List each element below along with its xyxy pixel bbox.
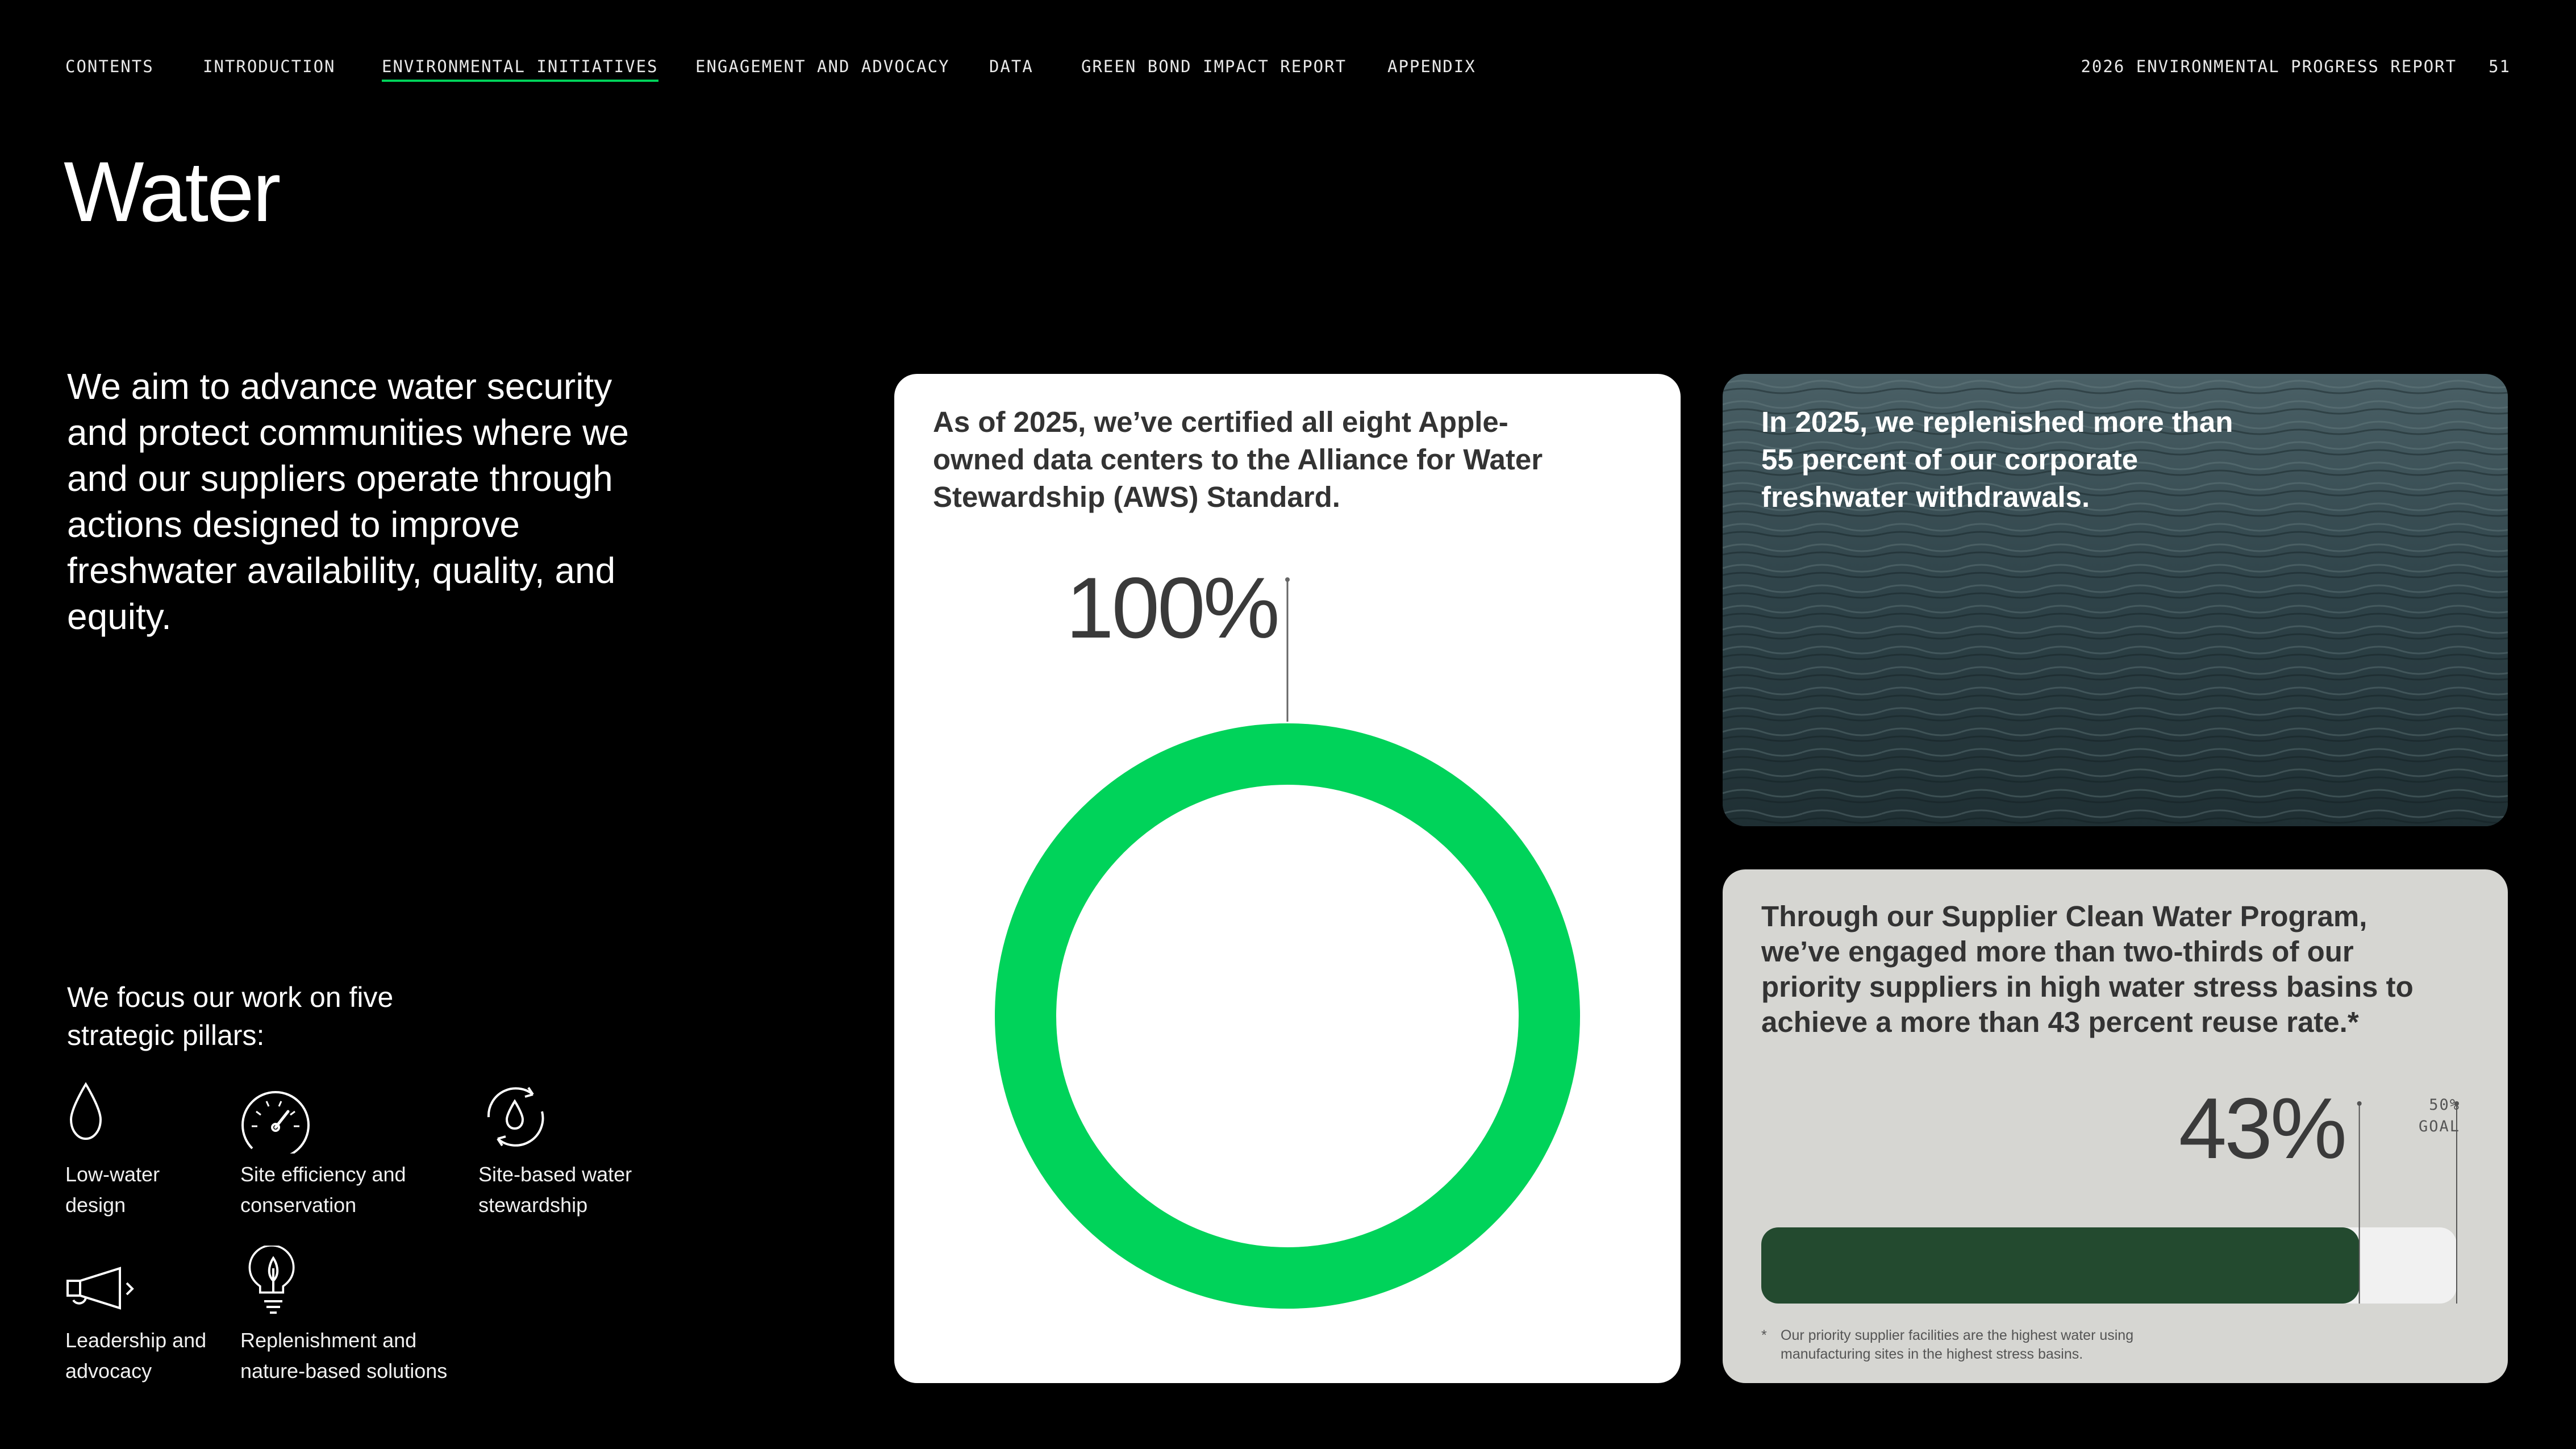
value-marker-dot	[2357, 1101, 2362, 1106]
ring-progress	[995, 723, 1580, 1309]
replenishment-card: In 2025, we replenished more than 55 per…	[1723, 374, 2508, 826]
footnote: * Our priority supplier facilities are t…	[1761, 1326, 2212, 1364]
megaphone-icon	[66, 1267, 134, 1310]
pointer-dot	[1285, 577, 1290, 582]
nav-green-bond-impact-report[interactable]: GREEN BOND IMPACT REPORT	[1081, 57, 1347, 76]
report-title: 2026 ENVIRONMENTAL PROGRESS REPORT	[2081, 57, 2457, 76]
certification-card: As of 2025, we’ve certified all eight Ap…	[894, 374, 1681, 1383]
supplier-program-card: Through our Supplier Clean Water Program…	[1723, 869, 2508, 1383]
nav-engagement-and-advocacy[interactable]: ENGAGEMENT AND ADVOCACY	[695, 57, 950, 76]
gauge-icon	[241, 1090, 310, 1154]
pillar-label: Site efficiency and conservation	[240, 1163, 406, 1217]
page-number: 51	[2489, 57, 2511, 76]
replenishment-text: In 2025, we replenished more than 55 per…	[1761, 406, 2233, 513]
pillars-heading: We focus our work on five strategic pill…	[67, 981, 394, 1051]
nav-appendix[interactable]: APPENDIX	[1387, 57, 1476, 76]
water-cycle-icon	[487, 1086, 544, 1147]
intro-paragraph: We aim to advance water security and pro…	[67, 366, 629, 637]
nav-data[interactable]: DATA	[989, 57, 1033, 76]
footnote-marker: *	[1761, 1327, 1767, 1343]
pillar-site-efficiency: Site efficiency and conservation	[240, 1080, 422, 1221]
pillar-site-based-stewardship: Site-based water stewardship	[478, 1080, 672, 1221]
page-title: Water	[64, 144, 281, 239]
report-header: 2026 ENVIRONMENTAL PROGRESS REPORT 51	[2081, 57, 2511, 76]
pillar-label: Replenishment and nature-based solutions	[240, 1329, 448, 1383]
lightbulb-leaf-icon	[248, 1246, 295, 1314]
water-drop-icon	[69, 1082, 102, 1140]
goal-marker-dot	[2454, 1101, 2459, 1106]
nav-contents[interactable]: CONTENTS	[65, 57, 154, 76]
pillar-replenishment: Replenishment and nature-based solutions	[240, 1246, 479, 1386]
pillar-label: Leadership and advocacy	[65, 1329, 207, 1383]
pillar-leadership-advocacy: Leadership and advocacy	[65, 1246, 247, 1386]
certification-ring-chart	[995, 577, 1580, 1309]
pillar-label: Site-based water stewardship	[478, 1163, 632, 1217]
bar-fill	[1761, 1227, 2360, 1304]
pillar-label: Low-water design	[65, 1163, 160, 1217]
nav-environmental-initiatives[interactable]: ENVIRONMENTAL INITIATIVES	[382, 57, 658, 82]
reuse-rate-bar-chart	[1761, 1101, 2459, 1304]
nav-introduction[interactable]: INTRODUCTION	[203, 57, 336, 76]
pillar-low-water-design: Low-water design	[65, 1080, 224, 1221]
footnote-text: Our priority supplier facilities are the…	[1781, 1327, 2134, 1362]
